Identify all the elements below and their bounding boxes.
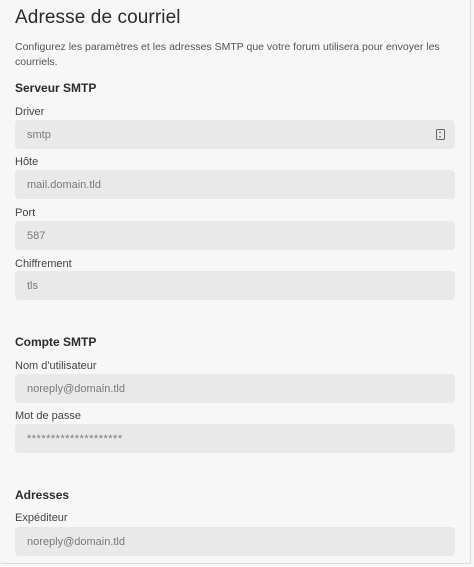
section-smtp-server-heading: Serveur SMTP [15, 81, 97, 95]
page-title: Adresse de courriel [15, 7, 181, 28]
password-input[interactable]: ******************** [15, 424, 455, 453]
port-input[interactable]: 587 [15, 221, 455, 250]
host-input[interactable]: mail.domain.tld [15, 170, 455, 199]
select-arrows-icon [436, 129, 445, 140]
driver-select-value: smtp [27, 128, 51, 141]
port-label: Port [15, 207, 36, 219]
encryption-input[interactable]: tls [15, 271, 455, 300]
encryption-input-placeholder: tls [27, 279, 38, 292]
host-input-placeholder: mail.domain.tld [27, 178, 101, 191]
host-label: Hôte [15, 156, 39, 168]
username-input-placeholder: noreply@domain.tld [27, 382, 125, 395]
driver-select[interactable]: smtp [15, 120, 455, 149]
password-input-value: ******************** [27, 432, 123, 445]
password-label: Mot de passe [15, 410, 82, 422]
username-input[interactable]: noreply@domain.tld [15, 374, 455, 403]
sender-input-placeholder: noreply@domain.tld [27, 535, 125, 548]
encryption-label: Chiffrement [15, 258, 72, 270]
driver-label: Driver [15, 106, 45, 118]
section-addresses-heading: Adresses [15, 488, 70, 502]
username-label: Nom d'utilisateur [15, 360, 97, 372]
sender-label: Expéditeur [15, 512, 68, 524]
settings-panel: Adresse de courriel Configurez les param… [1, 0, 471, 564]
port-input-placeholder: 587 [27, 229, 46, 242]
section-smtp-account-heading: Compte SMTP [15, 335, 97, 349]
sender-input[interactable]: noreply@domain.tld [15, 527, 455, 556]
page-description: Configurez les paramètres et les adresse… [15, 41, 440, 68]
